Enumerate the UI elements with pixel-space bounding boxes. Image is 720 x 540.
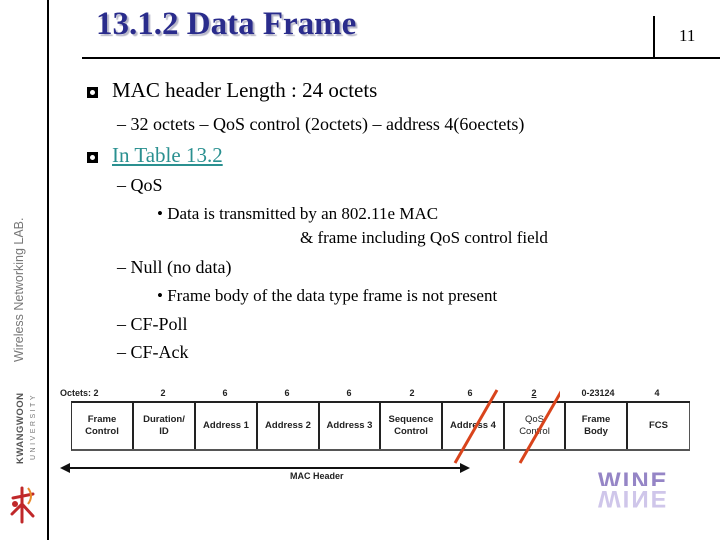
octets-fcs: 4 [654,388,660,398]
sub-bullet-qos: – QoS [117,175,163,195]
link-table-13-2[interactable]: In Table 13.2 [112,143,223,168]
mac-header-label: MAC Header [290,471,344,481]
bullet-square-icon [87,87,98,98]
field-fcs: FCS [628,403,690,449]
logo-text: WINE [598,472,669,486]
sub-bullet-cf-poll: – CF-Poll [117,314,188,334]
octets-row: Octets: 2 2 6 6 6 2 6 2 0-23124 4 [60,388,700,402]
field-address-1: Address 1 [196,403,258,449]
university-subtitle: UNIVERSITY [30,392,37,460]
detail-qos-transmitted: • Data is transmitted by an 802.11e MAC [157,204,439,223]
bullet-mac-header-length: MAC header Length : 24 octets [112,78,378,102]
strike-line-address4 [453,389,499,464]
university-logo-icon [10,486,35,524]
title-underline-rule [82,57,720,59]
octets-address2: 6 [284,388,290,398]
wine-lab-logo: WINE WINE [598,472,690,522]
strike-overlay [453,389,560,464]
octets-address3: 6 [346,388,352,398]
field-frame-control: Frame Control [72,403,134,449]
field-address-3: Address 3 [320,403,381,449]
lab-label: Wireless Networking LAB. [12,217,26,363]
sub-bullet-32-octets: – 32 octets – QoS control (2octets) – ad… [117,114,525,134]
left-border-rule [47,0,49,540]
mac-frame-diagram: Frame Control Duration/ID Address 1 Addre… [71,401,690,451]
octets-label: Octets: 2 [60,388,99,398]
field-frame-body: Frame Body [566,403,628,449]
university-name: KWANGWOON [15,392,26,464]
octets-frame-body: 0-23124 [581,388,615,398]
octets-address1: 6 [222,388,228,398]
octets-duration: 2 [160,388,166,398]
strike-line-qos [518,390,560,464]
detail-qos-frame-field: & frame including QoS control field [300,228,548,247]
logo-reflection: WINE [598,485,669,512]
field-duration-id: Duration/ID [134,403,196,449]
field-address-2: Address 2 [258,403,320,449]
octets-sequence: 2 [409,388,415,398]
page-number-divider [653,16,655,58]
detail-null-frame-body: • Frame body of the data type frame is n… [157,286,498,305]
bullet-square-icon [87,152,98,163]
mac-header-span-arrow [60,463,470,473]
slide-title: 13.1.2 Data Frame [96,6,357,42]
sub-bullet-cf-ack: – CF-Ack [117,342,189,362]
page-number: 11 [679,26,696,45]
sub-bullet-null: – Null (no data) [117,257,232,277]
